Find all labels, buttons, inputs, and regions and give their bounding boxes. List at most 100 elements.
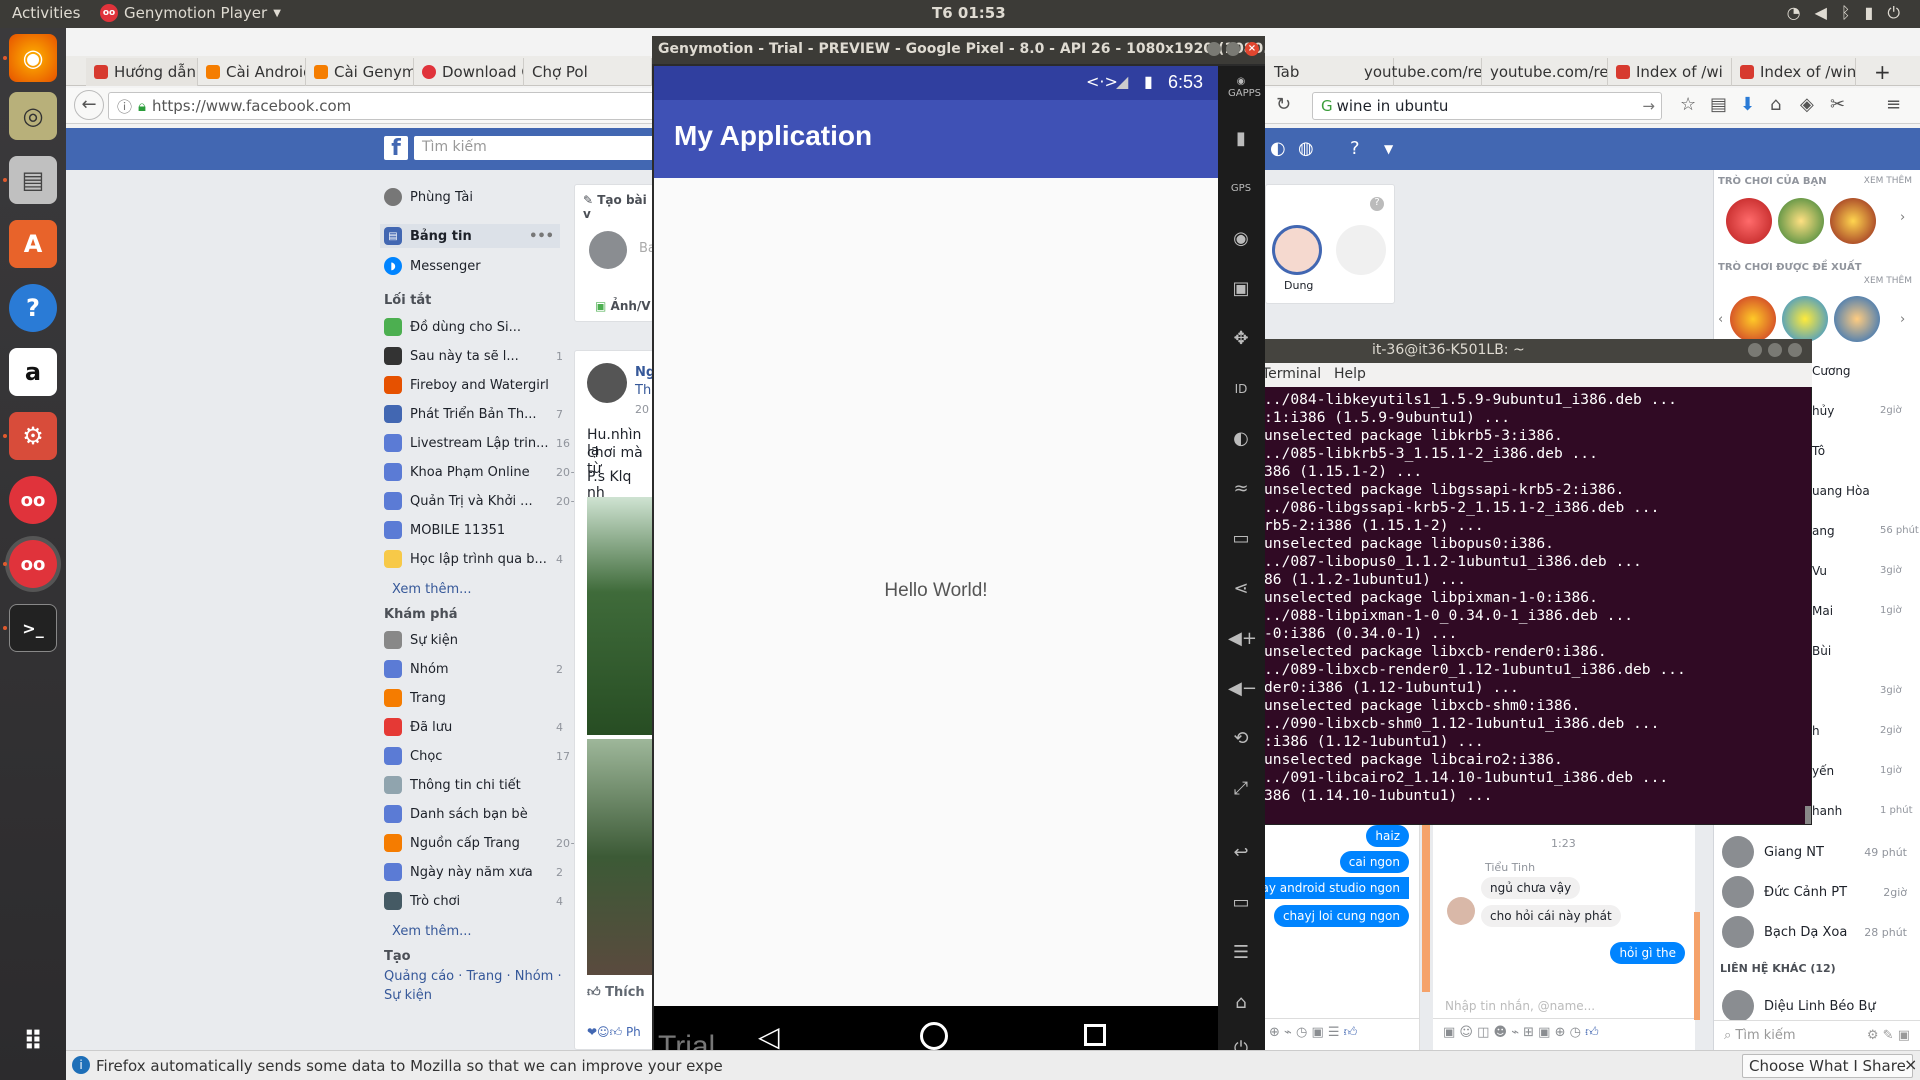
chat-contact-name[interactable]: yến xyxy=(1812,764,1834,778)
chevron-right-icon[interactable]: › xyxy=(1900,312,1905,327)
browser-tab[interactable]: youtube.com/re xyxy=(1356,58,1482,86)
browser-tab[interactable]: Cài Genymot xyxy=(306,58,414,86)
profile-link[interactable]: Phùng Tài xyxy=(384,188,473,206)
rhythmbox-icon[interactable]: ◎ xyxy=(9,92,57,140)
chat-contact-name[interactable]: Cương xyxy=(1812,364,1851,378)
window-controls[interactable] xyxy=(1748,343,1802,357)
network-icon[interactable]: ≈ xyxy=(1228,476,1254,502)
post-photo[interactable] xyxy=(587,497,655,735)
chat-contact-name[interactable]: Vu xyxy=(1812,564,1827,578)
download-icon[interactable]: ⬇ xyxy=(1740,94,1755,115)
game-icon[interactable] xyxy=(1830,198,1876,244)
shortcut-item[interactable]: Đồ dùng cho Si... xyxy=(384,318,521,336)
shortcut-item[interactable]: Học lập trình qua b... 4 xyxy=(384,550,563,568)
battery-widget-icon[interactable]: ▮ xyxy=(1228,126,1254,152)
home-icon[interactable]: ⌂ xyxy=(1228,990,1254,1016)
files-icon[interactable]: ▤ xyxy=(9,156,57,204)
genymotion-player-icon[interactable]: oo xyxy=(9,540,57,588)
explore-item[interactable]: Danh sách bạn bè xyxy=(384,805,528,823)
terminal-scrollbar[interactable] xyxy=(1805,806,1811,824)
share-icon[interactable]: ⋖ xyxy=(1228,576,1254,602)
browser-tab[interactable]: Chợ Pol xyxy=(524,58,652,86)
browser-tab[interactable]: Cài Android xyxy=(198,58,306,86)
power-icon[interactable]: ⏻ xyxy=(1887,3,1900,23)
back-button[interactable]: ← xyxy=(74,90,104,120)
post-photo[interactable] xyxy=(587,739,655,975)
facebook-search-input[interactable]: Tìm kiếm xyxy=(414,136,654,160)
shortcut-item[interactable]: Quản Trị và Khởi ... 20+ xyxy=(384,492,579,510)
info-icon[interactable]: ⓘ xyxy=(117,96,132,117)
bluetooth-icon[interactable]: ᛒ xyxy=(1841,3,1851,23)
rotate-icon[interactable]: ⟲ xyxy=(1228,726,1254,752)
disk-io-icon[interactable]: ◐ xyxy=(1228,426,1254,452)
facebook-logo-icon[interactable]: f xyxy=(384,136,408,161)
create-links[interactable]: Quảng cáo · Trang · Nhóm · xyxy=(384,969,562,984)
chat-contact-name[interactable]: Mai xyxy=(1812,604,1833,618)
see-all-link[interactable]: XEM THÊM xyxy=(1864,176,1912,186)
chat-contact[interactable]: Giang NT 49 phút xyxy=(1722,836,1907,868)
game-icon[interactable] xyxy=(1726,198,1772,244)
explore-item[interactable]: Nhóm 2 xyxy=(384,660,563,678)
menu-help[interactable]: Help xyxy=(1334,366,1366,382)
library-icon[interactable]: ▤ xyxy=(1710,94,1727,115)
volume-up-icon[interactable]: ◀+ xyxy=(1228,626,1257,652)
browser-tab[interactable]: Hướng dẫn c xyxy=(86,58,198,86)
explore-item[interactable]: Thông tin chi tiết xyxy=(384,776,521,794)
wifi-icon[interactable]: ◔ xyxy=(1787,3,1801,23)
genymotion-title-bar[interactable]: Genymotion - Trial - PREVIEW - Google Pi… xyxy=(652,36,1265,64)
story-name[interactable]: Dung xyxy=(1284,279,1313,292)
game-icon[interactable] xyxy=(1834,296,1880,342)
shortcut-item[interactable]: Livestream Lập trin... 16 xyxy=(384,434,570,452)
game-icon[interactable] xyxy=(1730,296,1776,342)
activities-button[interactable]: Activities xyxy=(12,4,80,22)
explore-item[interactable]: Nguồn cấp Trang 20+ xyxy=(384,834,579,852)
chat-toolbar-icons[interactable]: ▣ ☺ ◫ ☻ ⌁ ⊞ ▣ ⊕ ◷ 👍︎ xyxy=(1433,1018,1695,1048)
chat-contact[interactable]: Đức Cảnh PT 2giờ xyxy=(1722,876,1907,908)
system-tray[interactable]: ◔ ◀ ᛒ ▮ ⏻ xyxy=(1787,3,1900,23)
volume-down-icon[interactable]: ◀− xyxy=(1228,676,1257,702)
search-go-icon[interactable]: → xyxy=(1642,97,1655,115)
remote-control-icon[interactable]: ✥ xyxy=(1228,326,1254,352)
pocket-icon[interactable]: ◈ xyxy=(1800,94,1814,115)
create-post-tab[interactable]: ✎ Tạo bài v xyxy=(583,193,653,221)
bookmark-star-icon[interactable]: ☆ xyxy=(1680,94,1696,115)
story-avatar[interactable] xyxy=(1272,225,1322,275)
shortcut-item[interactable]: Fireboy and Watergirl xyxy=(384,376,549,394)
see-all-link[interactable]: XEM THÊM xyxy=(1864,276,1912,286)
messages-icon[interactable]: ◐ xyxy=(1270,138,1286,159)
chat-search-input[interactable]: ⌕ Tìm kiếm ⚙ ✎ ▣ xyxy=(1714,1020,1920,1050)
amazon-icon[interactable]: a xyxy=(9,348,57,396)
back-icon[interactable]: ↩ xyxy=(1228,840,1254,866)
chevron-left-icon[interactable]: ‹ xyxy=(1718,312,1723,327)
help-icon[interactable]: ? xyxy=(9,284,57,332)
chat-contact-name[interactable]: h xyxy=(1812,724,1820,738)
menu-icon[interactable]: ≡ xyxy=(1886,94,1901,115)
battery-icon[interactable]: ▮ xyxy=(1865,3,1874,23)
see-more-link[interactable]: Xem thêm... xyxy=(392,924,472,939)
close-icon[interactable]: × xyxy=(1904,1055,1917,1074)
create-links-events[interactable]: Sự kiện xyxy=(384,988,432,1003)
chat-contact[interactable]: Diệu Linh Béo Bự xyxy=(1722,990,1907,1022)
chat-contact-name[interactable]: hủy xyxy=(1812,404,1834,418)
chat-toolbar-icons[interactable]: ⊕ ⌁ ◷ ▣ ☰ 👍︎ xyxy=(1265,1018,1420,1048)
genymotion-icon[interactable]: oo xyxy=(9,476,57,524)
gps-icon[interactable]: GPS xyxy=(1228,176,1254,202)
explore-item[interactable]: Sự kiện xyxy=(384,631,458,649)
photo-video-button[interactable]: ▣ Ảnh/V xyxy=(595,299,651,313)
browser-tab[interactable]: Download G xyxy=(414,58,524,86)
pixel-perfect-icon[interactable]: ⤢ xyxy=(1228,776,1254,802)
window-controls[interactable]: × xyxy=(1207,42,1259,56)
home-icon[interactable]: ⌂ xyxy=(1770,94,1781,115)
phone-sms-icon[interactable]: ▭ xyxy=(1228,526,1254,552)
show-applications-icon[interactable]: ⠿ xyxy=(9,1018,57,1066)
game-icon[interactable] xyxy=(1782,296,1828,342)
globe-icon[interactable]: ◍ xyxy=(1298,138,1314,159)
see-more-link[interactable]: Xem thêm... xyxy=(392,582,472,597)
help-icon[interactable]: ? xyxy=(1370,197,1384,211)
search-box[interactable]: G wine in ubuntu → xyxy=(1312,92,1662,120)
like-button[interactable]: 👍︎ Thích xyxy=(587,985,645,1000)
explore-item[interactable]: Trang xyxy=(384,689,446,707)
explore-item[interactable]: Chọc 17 xyxy=(384,747,570,765)
chat-contact[interactable]: Bạch Dạ Xoa 28 phút xyxy=(1722,916,1907,948)
firefox-icon[interactable]: ◉ xyxy=(9,34,57,82)
